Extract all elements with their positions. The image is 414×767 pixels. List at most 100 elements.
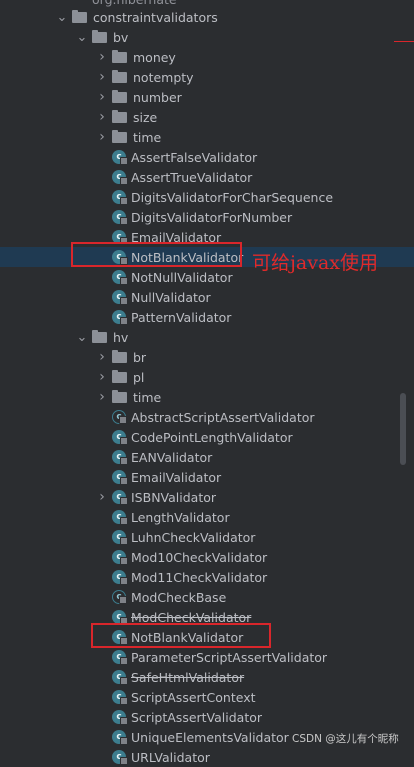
tree-class-row[interactable]: ›cSafeHtmlValidator [0,667,414,687]
highlight-box-hv-notblank [91,623,271,648]
tree-item-label: AssertTrueValidator [131,169,253,185]
folder-icon [112,49,127,63]
tree-item-label: br [133,349,147,365]
chevron-right-icon[interactable]: › [96,367,108,387]
class-icon: c [112,170,128,185]
tree-folder-row[interactable]: ⌄ hv [0,327,414,347]
class-icon: c [112,490,128,505]
class-icon: c [112,650,128,665]
folder-icon [112,69,127,83]
abstract-class-icon: c [112,410,127,424]
tree-folder-row[interactable]: › time [0,387,414,407]
highlight-box-bv-notblank [71,242,242,267]
tree-folder-row[interactable]: › notempty [0,67,414,87]
tree-item-label: ParameterScriptAssertValidator [131,649,328,665]
tree-item-label: DigitsValidatorForNumber [131,209,293,225]
class-icon: c [112,750,128,765]
chevron-right-icon[interactable]: › [96,47,108,67]
class-icon: c [112,190,128,205]
tree-class-row[interactable]: ›cLuhnCheckValidator [0,527,414,547]
folder-icon [112,349,127,363]
folder-icon [92,329,107,343]
tree-item-label: LuhnCheckValidator [131,529,256,545]
tree-class-row[interactable]: ›cDigitsValidatorForNumber [0,207,414,227]
class-icon: c [112,710,128,725]
tree-folder-row[interactable]: › time [0,127,414,147]
tree-folder-row[interactable]: › money [0,47,414,67]
tree-item-label: Mod11CheckValidator [131,569,268,585]
tree-item-label: CodePointLengthValidator [131,429,293,445]
abstract-class-icon: c [112,590,127,604]
chevron-right-icon[interactable]: › [96,107,108,127]
class-icon: c [112,310,128,325]
tree-class-row[interactable]: ›cScriptAssertContext [0,687,414,707]
tree-class-row[interactable]: ›cMod11CheckValidator [0,567,414,587]
class-icon: c [112,150,128,165]
tree-item-label: EANValidator [131,449,213,465]
chevron-right-icon[interactable]: › [96,67,108,87]
tree-class-row[interactable]: ›cEmailValidator [0,467,414,487]
tree-item-label: pl [133,369,145,385]
tree-class-row[interactable]: ›cDigitsValidatorForCharSequence [0,187,414,207]
chevron-down-icon[interactable]: ⌄ [76,327,88,347]
tree-item-label: URLValidator [131,749,210,765]
tree-class-row[interactable]: › c ISBNValidator [0,487,414,507]
chevron-right-icon[interactable]: › [96,347,108,367]
tree-class-row[interactable]: ›cEANValidator [0,447,414,467]
class-icon: c [112,730,128,745]
tree-folder-row[interactable]: › br [0,347,414,367]
chevron-down-icon[interactable]: ⌄ [76,27,88,47]
annotation-text: 可给javax使用 [252,252,378,274]
vertical-scrollbar[interactable] [400,393,406,465]
tree-item-label: ModCheckBase [131,589,227,605]
class-icon: c [112,430,128,445]
tree-class-row[interactable]: ›cAssertTrueValidator [0,167,414,187]
tree-item-label: ScriptAssertContext [131,689,256,705]
tree-item-label: constraintvalidators [93,9,218,25]
tree-folder-row[interactable]: ⌄ bv [0,27,414,47]
class-icon: c [112,550,128,565]
tree-class-row[interactable]: ›cURLValidator [0,747,414,767]
tree-item-label: SafeHtmlValidator [131,669,245,685]
tree-item-label: DigitsValidatorForCharSequence [131,189,334,205]
chevron-right-icon[interactable]: › [96,127,108,147]
tree-class-row[interactable]: ›cModCheckBase [0,587,414,607]
tree-class-row[interactable]: ›cAbstractScriptAssertValidator [0,407,414,427]
tree-class-row[interactable]: ›cLengthValidator [0,507,414,527]
tree-folder-row[interactable]: › number [0,87,414,107]
tree-folder-row[interactable]: › size [0,107,414,127]
class-icon: c [112,270,128,285]
tree-class-row[interactable]: ›cMod10CheckValidator [0,547,414,567]
folder-icon [112,89,127,103]
folder-icon [72,9,87,23]
tree-item-label: hv [113,329,129,345]
class-icon: c [112,570,128,585]
chevron-down-icon[interactable]: ⌄ [56,7,68,27]
tree-item-label: bv [113,29,129,45]
chevron-right-icon[interactable]: › [96,487,108,507]
tree-folder-row[interactable]: › pl [0,367,414,387]
tree-class-row[interactable]: ›cNullValidator [0,287,414,307]
class-icon: c [112,670,128,685]
class-icon: c [112,450,128,465]
class-icon: c [112,610,128,625]
class-icon: c [112,290,128,305]
tree-item-label: time [133,129,162,145]
tree-item-label: Mod10CheckValidator [131,549,268,565]
folder-icon [112,109,127,123]
tree-class-row[interactable]: ›cPatternValidator [0,307,414,327]
tree-item-label: NotNullValidator [131,269,233,285]
tree-class-row[interactable]: ›cCodePointLengthValidator [0,427,414,447]
tree-item-label: UniqueElementsValidator [131,729,289,745]
tree-item-label: PatternValidator [131,309,232,325]
chevron-right-icon[interactable]: › [96,387,108,407]
tree-class-row[interactable]: ›cAssertFalseValidator [0,147,414,167]
tree-class-row[interactable]: ›cScriptAssertValidator [0,707,414,727]
folder-icon [112,389,127,403]
chevron-right-icon[interactable]: › [96,87,108,107]
tree-folder-row[interactable]: ⌄ constraintvalidators [0,7,414,27]
folder-icon [112,129,127,143]
tree-item-label: ISBNValidator [131,489,217,505]
tree-item-label: size [133,109,158,125]
tree-class-row[interactable]: ›cParameterScriptAssertValidator [0,647,414,667]
